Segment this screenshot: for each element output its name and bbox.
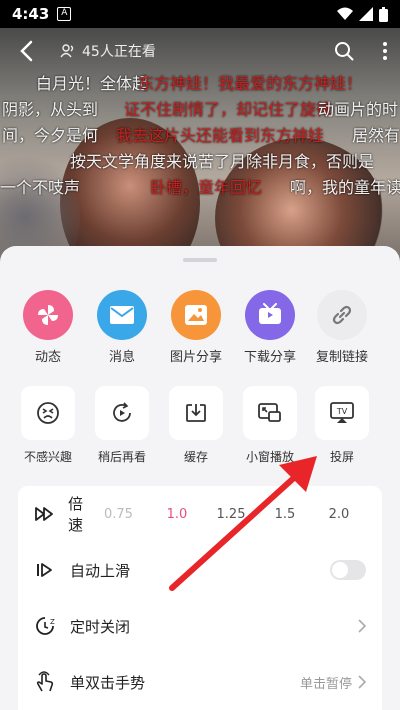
pinwheel-icon — [23, 290, 73, 340]
speed-option-0-75[interactable]: 0.75 — [104, 507, 150, 522]
fast-forward-icon — [34, 503, 54, 525]
cast-button[interactable]: TV 投屏 — [306, 386, 378, 465]
share-targets: 动态 消息 图片分享 下载分享 复制链接 — [0, 290, 400, 370]
share-bottom-sheet: 动态 消息 图片分享 下载分享 复制链接 不感兴趣 稍后再看 缓存 小窗播放 T… — [0, 246, 400, 710]
watch-later-button[interactable]: 稍后再看 — [86, 386, 158, 465]
action-label: 不感兴趣 — [23, 450, 72, 464]
cache-icon — [169, 386, 223, 440]
not-interested-button[interactable]: 不感兴趣 — [12, 386, 84, 465]
share-label: 复制链接 — [315, 350, 368, 365]
wifi-icon — [337, 7, 353, 20]
svg-text:Z: Z — [50, 618, 55, 626]
gesture-label: 单双击手势 — [70, 673, 146, 692]
settings-card: 倍速 0.75 1.0 1.25 1.5 2.0 自动上滑 Z 定时关闭 单双击… — [18, 486, 382, 710]
chevron-right-icon — [358, 675, 366, 689]
search-icon[interactable] — [334, 41, 354, 61]
mini-window-button[interactable]: 小窗播放 — [234, 386, 306, 465]
danmaku-comment: 一个不吱声 — [0, 178, 81, 197]
gesture-value: 单击暂停 — [299, 676, 352, 692]
mini-window-icon — [243, 386, 297, 440]
share-download-button[interactable]: 下载分享 — [234, 290, 306, 365]
autoplay-end — [330, 560, 366, 580]
link-icon — [317, 290, 367, 340]
danmaku-comment: 卧槽，童年回忆 — [150, 178, 263, 197]
action-label: 稍后再看 — [97, 450, 146, 464]
danmaku-comment: 间，今夕是何 — [2, 126, 99, 145]
share-label: 图片分享 — [169, 350, 222, 365]
status-bar: 4:43 A — [0, 0, 400, 28]
speed-row: 倍速 0.75 1.0 1.25 1.5 2.0 — [18, 486, 382, 542]
danmaku-layer: 白月光！全体起 东方神娃！我最爱的东方神娃！ 阴影，从头到 证不住剧情了，却记住… — [0, 72, 400, 202]
share-dynamic-button[interactable]: 动态 — [12, 290, 84, 365]
gesture-row[interactable]: 单双击手势 单击暂停 — [18, 654, 382, 710]
tap-gesture-icon — [34, 671, 56, 693]
danmaku-comment: 动画片的时 — [318, 100, 399, 119]
timer-end — [358, 619, 366, 633]
action-label: 投屏 — [329, 450, 354, 464]
danmaku-comment: 按天文学角度来说苦了月除非月食，否则是 — [70, 152, 375, 171]
viewer-count-text: 45人正在看 — [82, 44, 156, 60]
signal-icon — [359, 7, 373, 21]
chevron-right-icon — [358, 619, 366, 633]
viewer-count: 45人正在看 — [60, 41, 156, 61]
tv-download-icon — [245, 290, 295, 340]
speed-label: 倍速 — [68, 495, 84, 534]
svg-text:TV: TV — [336, 407, 348, 416]
danmaku-comment: 白月光！全体起 — [36, 74, 149, 93]
share-message-button[interactable]: 消息 — [86, 290, 158, 365]
autoplay-label: 自动上滑 — [70, 561, 131, 580]
cache-button[interactable]: 缓存 — [160, 386, 232, 465]
dislike-face-icon — [21, 386, 75, 440]
danmaku-comment: 东方神娃！我最爱的东方神娃！ — [138, 74, 363, 93]
danmaku-comment: 居然有 — [352, 126, 400, 145]
viewers-icon — [60, 44, 74, 58]
back-button[interactable] — [12, 37, 40, 65]
notification-icon: A — [57, 7, 72, 21]
danmaku-comment: 证不住剧情了，却记住了旋律 — [124, 100, 333, 119]
gesture-end: 单击暂停 — [300, 673, 366, 692]
sheet-drag-handle[interactable] — [183, 258, 217, 262]
speed-option-2-0[interactable]: 2.0 — [312, 507, 366, 522]
timer-icon: Z — [34, 615, 56, 637]
speed-options: 0.75 1.0 1.25 1.5 2.0 — [104, 507, 366, 522]
copy-link-button[interactable]: 复制链接 — [306, 290, 378, 365]
action-label: 小窗播放 — [245, 450, 294, 464]
danmaku-comment: 我去这片头还能看到东方神娃 — [116, 126, 325, 145]
share-image-button[interactable]: 图片分享 — [160, 290, 232, 365]
speed-option-1-5[interactable]: 1.5 — [258, 507, 312, 522]
action-label: 缓存 — [183, 450, 208, 464]
speed-option-1-25[interactable]: 1.25 — [204, 507, 258, 522]
share-label: 消息 — [108, 350, 135, 365]
danmaku-comment: 啊，我的童年读 — [290, 178, 400, 197]
screen: 4:43 A 45人正在看 白月光！全体起 东方神娃！我最爱的东方神娃！ 阴影，… — [0, 0, 400, 710]
more-icon[interactable] — [382, 41, 388, 61]
back-arrow-icon — [20, 40, 33, 62]
timer-label: 定时关闭 — [70, 617, 131, 636]
speed-option-1-0[interactable]: 1.0 — [150, 507, 204, 522]
quick-actions: 不感兴趣 稍后再看 缓存 小窗播放 TV 投屏 — [0, 386, 400, 470]
watch-later-icon — [95, 386, 149, 440]
skip-next-icon — [34, 559, 56, 581]
image-icon — [171, 290, 221, 340]
top-tools — [334, 41, 388, 61]
autoplay-toggle[interactable] — [330, 560, 366, 580]
top-app-bar: 45人正在看 — [0, 28, 400, 74]
share-label: 下载分享 — [243, 350, 296, 365]
danmaku-comment: 阴影，从头到 — [2, 100, 99, 119]
autoplay-row[interactable]: 自动上滑 — [18, 542, 382, 598]
envelope-icon — [97, 290, 147, 340]
share-label: 动态 — [34, 350, 61, 365]
cast-tv-icon: TV — [315, 386, 369, 440]
battery-icon — [379, 6, 388, 22]
status-time: 4:43 — [12, 5, 50, 23]
status-icons — [337, 6, 388, 22]
timer-row[interactable]: Z 定时关闭 — [18, 598, 382, 654]
